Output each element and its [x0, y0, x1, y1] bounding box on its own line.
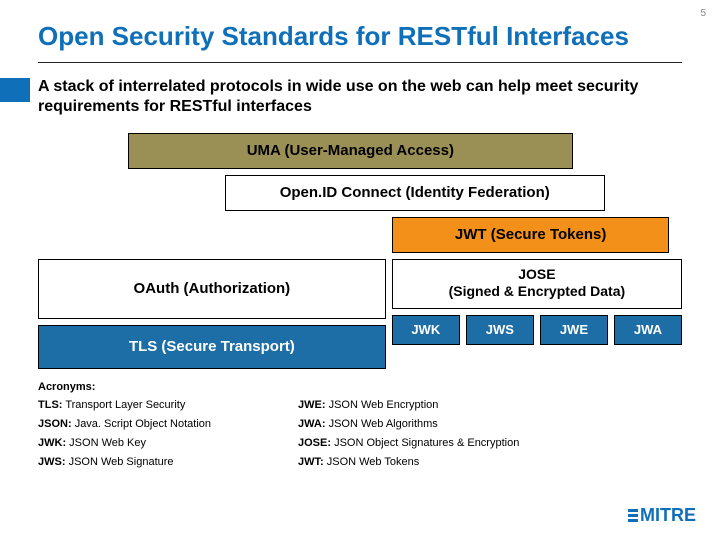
- mitre-logo: MITRE: [628, 505, 696, 526]
- slide-title: Open Security Standards for RESTful Inte…: [38, 22, 682, 52]
- logo-text: MITRE: [640, 505, 696, 526]
- acronym-jws: JWS: JSON Web Signature: [38, 456, 288, 468]
- box-jwa: JWA: [614, 315, 682, 345]
- box-jws: JWS: [466, 315, 534, 345]
- acronym-json: JSON: Java. Script Object Notation: [38, 418, 288, 430]
- title-divider: [38, 62, 682, 63]
- box-jwt: JWT (Secure Tokens): [392, 217, 669, 253]
- jose-title: JOSE: [449, 266, 626, 283]
- title-accent-bar: [0, 78, 30, 102]
- acronym-jwe: JWE: JSON Web Encryption: [298, 399, 608, 411]
- box-oauth: OAuth (Authorization): [38, 259, 386, 319]
- jose-subtitle: (Signed & Encrypted Data): [449, 283, 626, 300]
- acronym-tls: TLS: Transport Layer Security: [38, 399, 288, 411]
- acronyms-section: Acronyms: TLS: Transport Layer Security …: [38, 381, 682, 468]
- acronyms-heading: Acronyms:: [38, 381, 682, 393]
- acronym-jose: JOSE: JSON Object Signatures & Encryptio…: [298, 437, 608, 449]
- box-uma: UMA (User-Managed Access): [128, 133, 572, 169]
- box-jwe: JWE: [540, 315, 608, 345]
- box-openid-connect: Open.ID Connect (Identity Federation): [225, 175, 605, 211]
- acronym-jwk: JWK: JSON Web Key: [38, 437, 288, 449]
- box-tls: TLS (Secure Transport): [38, 325, 386, 369]
- acronym-jwt: JWT: JSON Web Tokens: [298, 456, 608, 468]
- box-jose: JOSE (Signed & Encrypted Data): [392, 259, 682, 309]
- slide: 5 Open Security Standards for RESTful In…: [0, 0, 720, 540]
- lead-text: A stack of interrelated protocols in wid…: [38, 77, 682, 117]
- box-jwk: JWK: [392, 315, 460, 345]
- acronym-jwa: JWA: JSON Web Algorithms: [298, 418, 608, 430]
- page-number: 5: [700, 8, 706, 19]
- protocol-stack-diagram: UMA (User-Managed Access) Open.ID Connec…: [38, 133, 682, 369]
- logo-stripes-icon: [628, 509, 638, 522]
